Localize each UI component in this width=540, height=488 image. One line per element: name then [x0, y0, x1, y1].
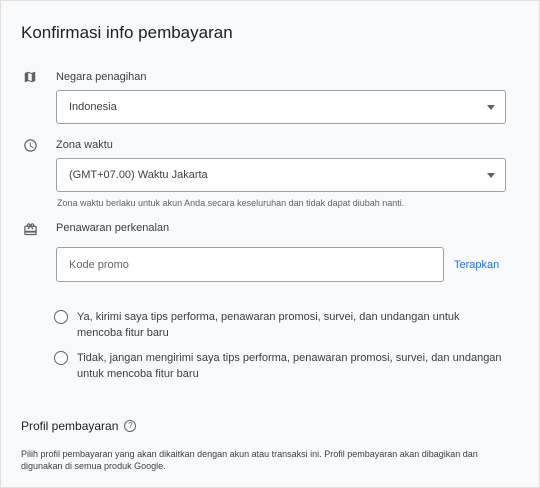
timezone-select[interactable]: (GMT+07.00) Waktu Jakarta: [56, 158, 506, 192]
clock-icon: [21, 136, 39, 154]
payment-info-panel: Konfirmasi info pembayaran Negara penagi…: [0, 0, 540, 488]
timezone-label: Zona waktu: [56, 139, 113, 151]
email-pref-no-option[interactable]: Tidak, jangan mengirimi saya tips perfor…: [54, 350, 504, 382]
promo-code-input[interactable]: [56, 247, 444, 282]
billing-country-select[interactable]: Indonesia: [56, 90, 506, 124]
apply-promo-button[interactable]: Terapkan: [454, 259, 499, 271]
promo-label: Penawaran perkenalan: [56, 222, 170, 234]
map-icon: [21, 68, 39, 86]
billing-country-value: Indonesia: [69, 101, 117, 113]
email-pref-yes-label: Ya, kirimi saya tips performa, penawaran…: [77, 311, 460, 339]
radio-button[interactable]: [54, 351, 68, 365]
page-title: Konfirmasi info pembayaran: [21, 23, 233, 42]
help-icon[interactable]: ?: [124, 420, 137, 432]
timezone-helper-text: Zona waktu berlaku untuk akun Anda secar…: [57, 198, 405, 208]
billing-country-label: Negara penagihan: [56, 71, 147, 83]
payment-profile-title: Profil pembayaran: [21, 419, 119, 433]
payment-profile-heading: Profil pembayaran ?: [21, 419, 137, 433]
gift-icon: [21, 220, 39, 238]
timezone-value: (GMT+07.00) Waktu Jakarta: [69, 169, 208, 181]
chevron-down-icon: [487, 105, 495, 110]
email-pref-no-label: Tidak, jangan mengirimi saya tips perfor…: [77, 352, 502, 380]
radio-button[interactable]: [54, 310, 68, 324]
payment-profile-description: Pilih profil pembayaran yang akan dikait…: [21, 449, 478, 471]
email-pref-yes-option[interactable]: Ya, kirimi saya tips performa, penawaran…: [54, 309, 504, 341]
chevron-down-icon: [487, 173, 495, 178]
